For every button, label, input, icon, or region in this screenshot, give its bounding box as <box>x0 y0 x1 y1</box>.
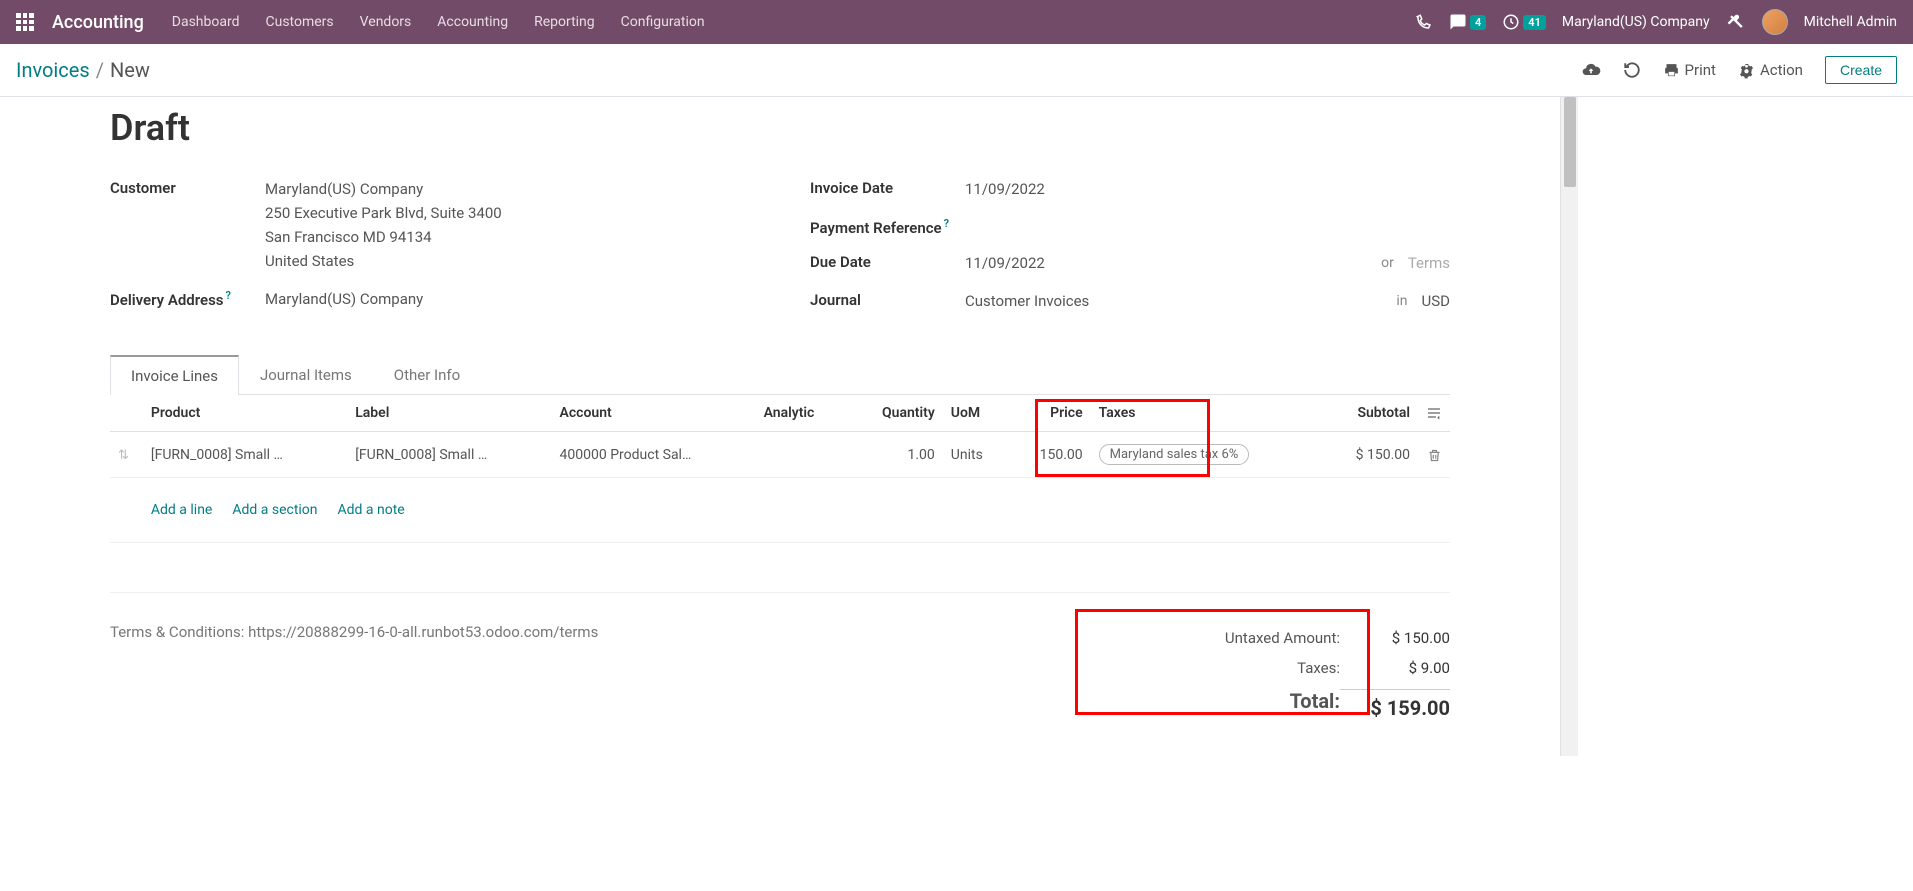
customer-addr1: 250 Executive Park Blvd, Suite 3400 <box>265 201 750 225</box>
totals-box: Untaxed Amount: $ 150.00 Taxes: $ 9.00 T… <box>1160 623 1450 726</box>
nav-dashboard[interactable]: Dashboard <box>172 14 240 30</box>
customer-name: Maryland(US) Company <box>265 177 750 201</box>
th-analytic[interactable]: Analytic <box>756 395 848 432</box>
nav-vendors[interactable]: Vendors <box>360 14 412 30</box>
delivery-label: Delivery Address? <box>110 287 265 309</box>
invoice-date-label: Invoice Date <box>810 177 965 197</box>
user-name[interactable]: Mitchell Admin <box>1804 14 1897 30</box>
top-navbar: Accounting Dashboard Customers Vendors A… <box>0 0 1913 44</box>
due-date-label: Due Date <box>810 251 965 271</box>
th-subtotal[interactable]: Subtotal <box>1321 395 1418 432</box>
print-label: Print <box>1685 61 1716 79</box>
phone-icon[interactable] <box>1415 13 1433 31</box>
tab-invoice-lines[interactable]: Invoice Lines <box>110 355 239 395</box>
terms-conditions[interactable]: Terms & Conditions: https://20888299-16-… <box>110 623 1160 641</box>
page-title: Draft <box>110 107 1450 149</box>
subheader: Invoices / New Print Action Create <box>0 44 1913 97</box>
app-name[interactable]: Accounting <box>52 12 144 33</box>
in-label: in <box>1396 290 1407 312</box>
cell-account[interactable]: 400000 Product Sal… <box>552 432 756 478</box>
due-date-value[interactable]: 11/09/2022 <box>965 251 1045 275</box>
total-value: $ 159.00 <box>1340 689 1450 720</box>
add-note-link[interactable]: Add a note <box>338 502 405 518</box>
customer-addr2: San Francisco MD 94134 <box>265 225 750 249</box>
tab-other-info[interactable]: Other Info <box>373 355 481 395</box>
taxes-value: $ 9.00 <box>1340 659 1450 677</box>
delete-row-icon[interactable] <box>1427 447 1442 463</box>
customer-label: Customer <box>110 177 265 197</box>
invoice-date-value[interactable]: 11/09/2022 <box>965 177 1450 201</box>
messages-icon[interactable]: 4 <box>1449 13 1486 31</box>
nav-menu: Dashboard Customers Vendors Accounting R… <box>172 14 705 30</box>
th-product[interactable]: Product <box>143 395 347 432</box>
nav-configuration[interactable]: Configuration <box>621 14 705 30</box>
drag-handle-icon[interactable]: ⇅ <box>118 448 135 463</box>
currency-value[interactable]: USD <box>1422 289 1450 313</box>
or-label: or <box>1381 252 1394 274</box>
cell-subtotal: $ 150.00 <box>1321 432 1418 478</box>
invoice-lines-table: Product Label Account Analytic Quantity … <box>110 395 1450 593</box>
messages-badge: 4 <box>1470 15 1486 30</box>
action-button[interactable]: Action <box>1738 61 1803 79</box>
breadcrumb-root[interactable]: Invoices <box>16 58 90 82</box>
print-button[interactable]: Print <box>1663 61 1716 79</box>
journal-label: Journal <box>810 289 965 309</box>
cell-label[interactable]: [FURN_0008] Small … <box>347 432 551 478</box>
th-price[interactable]: Price <box>1009 395 1091 432</box>
breadcrumb-current: New <box>110 58 150 82</box>
columns-settings-icon[interactable] <box>1426 405 1442 421</box>
apps-icon[interactable] <box>16 13 34 31</box>
untaxed-value: $ 150.00 <box>1340 629 1450 647</box>
th-account[interactable]: Account <box>552 395 756 432</box>
untaxed-label: Untaxed Amount: <box>1160 629 1340 647</box>
delivery-value[interactable]: Maryland(US) Company <box>265 287 750 311</box>
th-label[interactable]: Label <box>347 395 551 432</box>
activities-badge: 41 <box>1523 15 1546 30</box>
customer-addr3: United States <box>265 249 750 273</box>
nav-reporting[interactable]: Reporting <box>534 14 595 30</box>
tools-icon[interactable] <box>1726 12 1746 32</box>
taxes-label: Taxes: <box>1160 659 1340 677</box>
help-icon[interactable]: ? <box>226 289 231 302</box>
main-content: Draft Customer Maryland(US) Company 250 … <box>0 97 1560 756</box>
nav-accounting[interactable]: Accounting <box>437 14 508 30</box>
tab-journal-items[interactable]: Journal Items <box>239 355 373 395</box>
cell-taxes[interactable]: Maryland sales tax 6% <box>1091 432 1321 478</box>
add-line-link[interactable]: Add a line <box>151 502 212 518</box>
cell-uom[interactable]: Units <box>943 432 1009 478</box>
cell-product[interactable]: [FURN_0008] Small … <box>143 432 347 478</box>
company-selector[interactable]: Maryland(US) Company <box>1562 14 1710 30</box>
scrollbar[interactable] <box>1560 97 1578 756</box>
th-uom[interactable]: UoM <box>943 395 1009 432</box>
activities-icon[interactable]: 41 <box>1502 13 1546 31</box>
cell-analytic[interactable] <box>756 432 848 478</box>
cell-quantity[interactable]: 1.00 <box>848 432 943 478</box>
breadcrumb: Invoices / New <box>16 58 150 82</box>
create-button[interactable]: Create <box>1825 56 1897 84</box>
payment-ref-label: Payment Reference? <box>810 215 965 237</box>
total-label: Total: <box>1160 689 1340 720</box>
scrollbar-thumb[interactable] <box>1564 97 1576 187</box>
th-taxes[interactable]: Taxes <box>1091 395 1321 432</box>
cell-price[interactable]: 150.00 <box>1009 432 1091 478</box>
table-row[interactable]: ⇅ [FURN_0008] Small … [FURN_0008] Small … <box>110 432 1450 478</box>
journal-value[interactable]: Customer Invoices <box>965 289 1089 313</box>
tax-tag[interactable]: Maryland sales tax 6% <box>1099 444 1250 465</box>
customer-value[interactable]: Maryland(US) Company 250 Executive Park … <box>265 177 750 273</box>
tabs: Invoice Lines Journal Items Other Info <box>110 355 1450 395</box>
add-section-link[interactable]: Add a section <box>232 502 317 518</box>
avatar[interactable] <box>1762 9 1788 35</box>
nav-customers[interactable]: Customers <box>266 14 334 30</box>
discard-icon[interactable] <box>1623 61 1641 79</box>
terms-field[interactable]: Terms <box>1408 251 1450 275</box>
help-icon[interactable]: ? <box>944 217 949 230</box>
action-label: Action <box>1760 61 1803 79</box>
cloud-upload-icon[interactable] <box>1581 60 1601 80</box>
th-quantity[interactable]: Quantity <box>848 395 943 432</box>
breadcrumb-separator: / <box>96 58 104 82</box>
